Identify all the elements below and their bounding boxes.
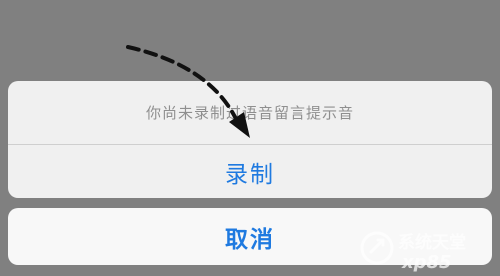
record-button[interactable]: 录制 xyxy=(8,145,492,198)
sheet-message: 你尚未录制过语音留言提示音 xyxy=(145,104,354,122)
cancel-button[interactable]: 取消 xyxy=(8,208,492,265)
action-sheet: 你尚未录制过语音留言提示音 录制 xyxy=(8,81,492,198)
